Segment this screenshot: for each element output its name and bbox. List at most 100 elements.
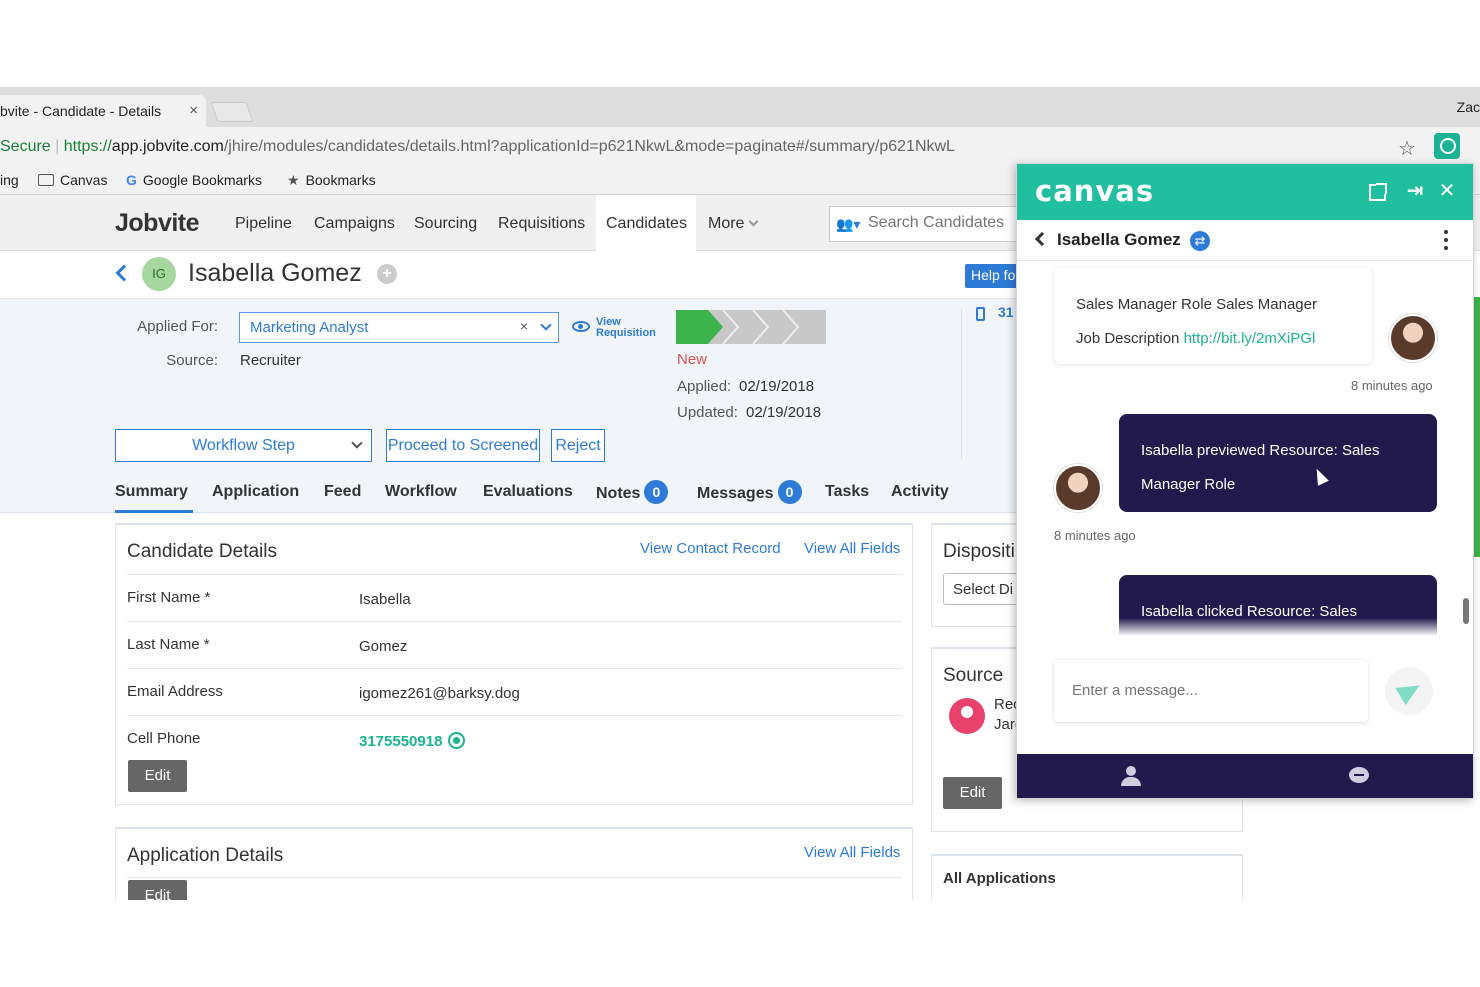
tab-activity[interactable]: Activity [891,483,949,501]
message-text: Manager Role [1141,476,1236,493]
folder-icon [38,174,54,186]
candidate-header: IG Isabella Gomez + Help fo [0,251,1025,299]
nav-sourcing[interactable]: Sourcing [404,195,487,251]
phone-number-truncated[interactable]: 31 [998,304,1014,320]
messages-count-badge: 0 [777,480,802,504]
new-tab-button[interactable] [210,102,254,122]
stage-divider [752,310,770,344]
sms-icon[interactable] [448,732,466,749]
status-badge: New [677,351,708,368]
background-stage-strip [1474,297,1480,557]
dock-icon[interactable]: ⇥ [1405,181,1425,201]
tab-close-icon[interactable]: × [189,102,198,119]
message-input[interactable] [1072,682,1352,706]
all-applications-card: All Applications [931,854,1243,900]
bookmark-google[interactable]: G Google Bookmarks [126,172,262,188]
back-chevron-icon[interactable] [115,264,133,282]
field-row-last-name: Last Name * Gomez [127,621,902,668]
close-icon[interactable]: ✕ [1437,181,1457,201]
message-timestamp: 8 minutes ago [1054,528,1136,543]
source-value: Recruiter [240,352,301,369]
bookmark-bookmarks-label: Bookmarks [305,172,376,188]
message-link[interactable]: http://bit.ly/2mXiPGl [1184,330,1316,347]
browser-tabstrip: bvite - Candidate - Details × Zac [0,87,1480,127]
tab-workflow[interactable]: Workflow [385,483,457,501]
eye-icon[interactable] [572,321,590,332]
bookmark-star-icon[interactable]: ☆ [1398,136,1416,161]
workflow-step-label: Workflow Step [192,437,295,454]
browser-menu-icon[interactable]: ⋮ [1472,135,1480,156]
nav-pipeline[interactable]: Pipeline [225,195,302,251]
view-all-fields-link[interactable]: View All Fields [804,844,900,861]
view-contact-record-link[interactable]: View Contact Record [640,540,781,557]
person-icon[interactable] [1121,766,1141,786]
url-field[interactable]: Secure | https://app.jobvite.com/jhire/m… [0,138,955,156]
field-label: Email Address [127,683,223,700]
canvas-header: canvas ⇥ ✕ [1017,164,1473,220]
send-icon[interactable] [1385,667,1433,715]
view-requisition-line2: Requisition [596,327,656,339]
message-event-bubble: Isabella previewed Resource: Sales Manag… [1119,414,1437,512]
edit-button[interactable]: Edit [128,760,187,792]
nav-requisitions[interactable]: Requisitions [488,195,595,251]
applied-for-label: Applied For: [137,318,218,335]
nav-campaigns[interactable]: Campaigns [304,195,405,251]
browser-profile[interactable]: Zac [1457,99,1480,115]
message-text-prefix: Job Description [1076,330,1184,347]
bookmark-canvas[interactable]: Canvas [38,172,107,188]
stage-divider [722,310,740,344]
chevron-down-icon [351,437,363,449]
fade-overlay [1017,618,1457,636]
view-requisition-link[interactable]: View Requisition [596,317,656,339]
tab-feed[interactable]: Feed [324,483,361,501]
nav-more[interactable]: More [698,195,767,251]
people-search-icon[interactable]: 👥▾ [836,216,860,233]
chat-icon[interactable] [1349,767,1369,783]
candidate-search: 👥▾ [829,206,1029,242]
field-label: First Name * [127,589,211,606]
message-timestamp: 8 minutes ago [1351,378,1433,393]
tab-summary[interactable]: Summary [115,483,193,513]
add-icon[interactable]: + [377,264,397,284]
candidate-name: Isabella Gomez [188,259,362,287]
bookmark-bookmarks[interactable]: ★ Bookmarks [287,172,376,189]
workflow-step-select[interactable]: Workflow Step [115,429,372,462]
clear-icon[interactable]: × [520,318,528,334]
stage-arrows [676,310,800,344]
phone-icon [976,307,985,321]
card-title: Application Details [127,845,284,866]
canvas-extension-icon[interactable] [1434,133,1460,159]
tab-evaluations[interactable]: Evaluations [483,483,573,501]
proceed-to-screened-button[interactable]: Proceed to Screened [386,429,540,462]
conversation-header: Isabella Gomez ⇄ [1017,220,1473,261]
nav-candidates[interactable]: Candidates [596,195,696,251]
sync-icon[interactable]: ⇄ [1190,231,1210,251]
tab-application[interactable]: Application [212,483,299,501]
tab-tasks[interactable]: Tasks [825,483,869,501]
edit-button[interactable]: Edit [943,777,1002,809]
conversation-contact-name: Isabella Gomez [1057,230,1181,249]
chevron-down-icon[interactable] [540,319,552,331]
cell-phone-link[interactable]: 3175550918 [359,732,466,750]
field-label: Last Name * [127,636,210,653]
more-options-icon[interactable] [1444,230,1448,252]
notes-count-badge: 0 [644,480,669,504]
message-bubble-outgoing: Sales Manager Role Sales Manager Job Des… [1054,268,1372,364]
browser-tab[interactable]: bvite - Candidate - Details × [0,95,206,127]
applied-for-select[interactable]: Marketing Analyst × [239,312,559,343]
bookmark-truncated[interactable]: ing [0,172,19,188]
url-secure-label: Secure [0,138,51,155]
tab-notes-label: Notes [596,485,641,502]
search-input[interactable] [868,214,1018,232]
popout-icon[interactable] [1369,183,1387,201]
view-all-fields-link[interactable]: View All Fields [804,540,900,557]
google-icon: G [126,172,137,188]
jobvite-logo[interactable]: Jobvite [115,209,200,238]
reject-button[interactable]: Reject [551,429,605,462]
scrollbar-thumb[interactable] [1463,598,1469,624]
url-path: /jhire/modules/candidates/details.html?a… [223,138,955,155]
edit-button[interactable]: Edit [128,880,187,900]
tab-messages[interactable]: Messages 0 [697,480,802,504]
back-chevron-icon[interactable] [1034,231,1050,247]
tab-notes[interactable]: Notes 0 [596,480,669,504]
